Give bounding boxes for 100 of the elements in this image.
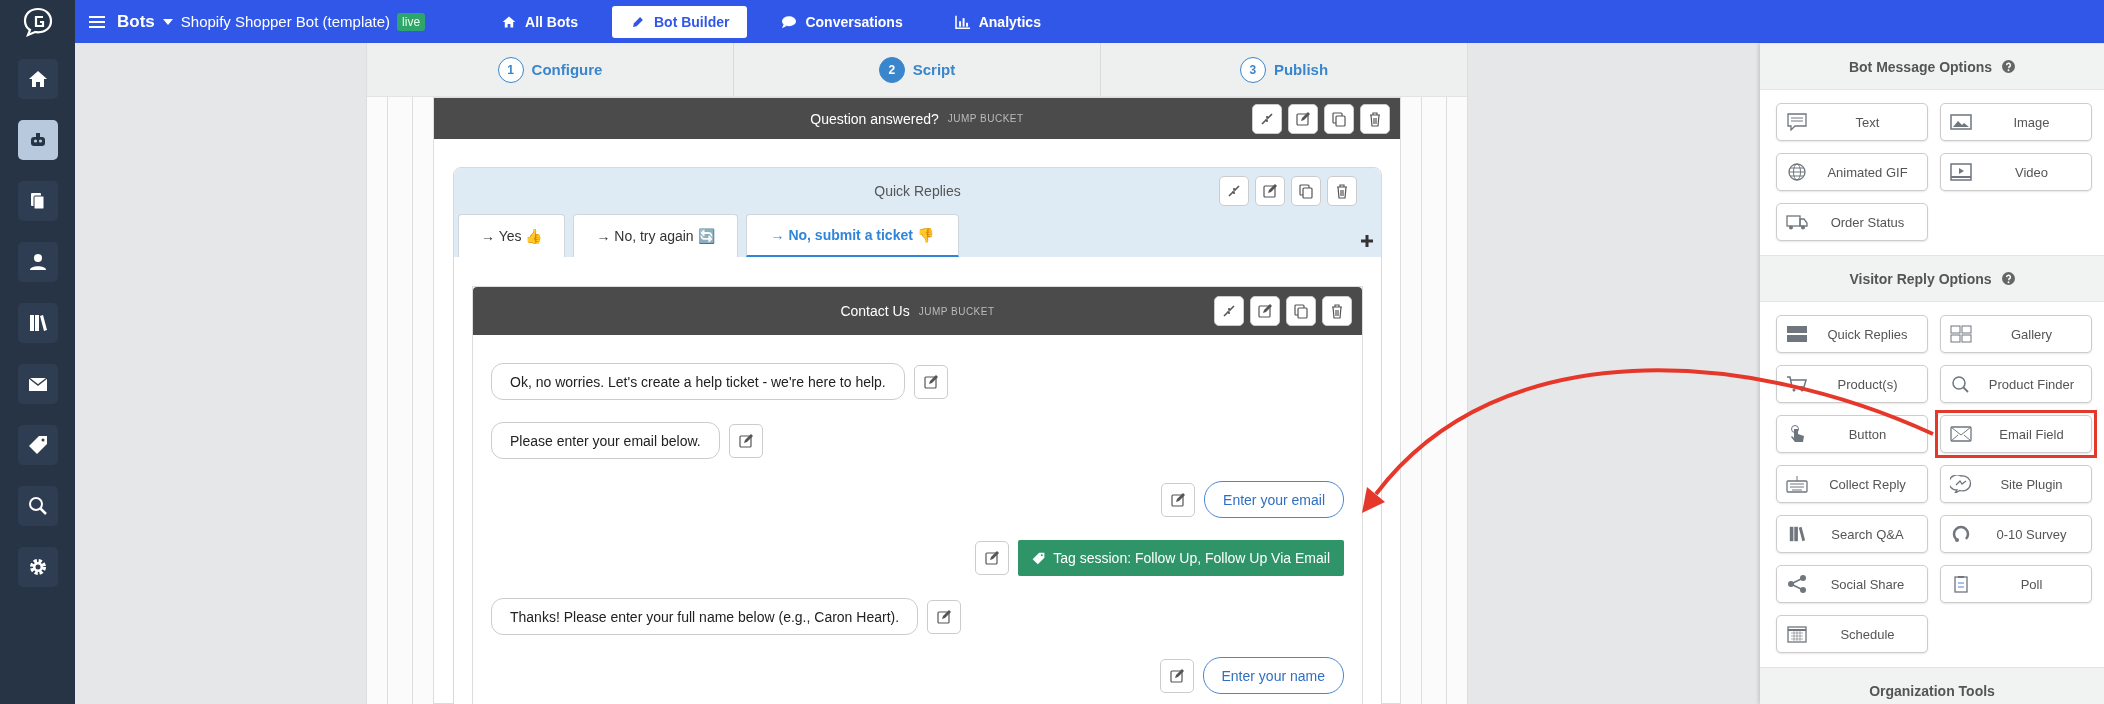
pencil-icon <box>630 14 646 29</box>
edit-button[interactable] <box>927 599 962 634</box>
home-icon <box>501 14 518 29</box>
edit-button[interactable] <box>728 423 763 458</box>
option-button[interactable]: Image <box>1940 103 2092 141</box>
nav-tab[interactable]: All Bots <box>483 5 596 38</box>
sidebar-button[interactable] <box>17 303 58 343</box>
delete-button[interactable] <box>1322 296 1352 326</box>
circular-arrow-icon <box>1950 525 1972 543</box>
option-button[interactable]: Gallery <box>1940 315 2092 353</box>
trash-icon <box>1367 110 1383 127</box>
reply-tab[interactable]: → No, try again 🔄 <box>573 214 738 257</box>
trash-icon <box>1334 183 1350 199</box>
sidebar-button[interactable] <box>17 364 58 404</box>
tag-icon <box>27 435 48 455</box>
nav-tab[interactable]: Bot Builder <box>612 5 748 38</box>
copy-icon <box>1293 303 1309 319</box>
option-button[interactable]: Search Q&A <box>1776 515 1928 553</box>
option-button[interactable]: Button <box>1776 415 1928 453</box>
image-icon <box>1950 113 1972 131</box>
reply-button[interactable]: Enter your email <box>1204 481 1344 518</box>
option-button[interactable]: Email Field <box>1940 415 2092 453</box>
bar-chart-icon <box>954 14 971 29</box>
section-heading: Visitor Reply Options <box>1849 270 1992 287</box>
block-title: Question answered? <box>810 110 939 127</box>
collapse-button[interactable] <box>1214 296 1244 326</box>
edit-icon <box>936 608 953 625</box>
block-tag: JUMP BUCKET <box>918 305 995 317</box>
search-icon <box>27 496 48 516</box>
sidebar-button[interactable] <box>17 425 58 465</box>
edit-icon <box>1168 667 1185 684</box>
reply-button[interactable]: Enter your name <box>1202 657 1344 694</box>
option-button[interactable]: Text <box>1776 103 1928 141</box>
message-bubble: Thanks! Please enter your full name below (e.g., Caron Heart). <box>491 598 919 635</box>
sidebar-button[interactable] <box>17 181 58 221</box>
section-title[interactable]: Bots <box>117 11 155 32</box>
option-button[interactable]: Quick Replies <box>1776 315 1928 353</box>
edit-icon <box>1257 303 1273 319</box>
edit-button[interactable] <box>1159 658 1194 693</box>
block-tag: JUMP BUCKET <box>947 113 1024 124</box>
edit-icon <box>1262 183 1278 199</box>
sidebar-button[interactable] <box>17 242 58 282</box>
sidebar-button[interactable] <box>17 486 58 526</box>
edit-button[interactable] <box>1288 103 1318 134</box>
edit-button[interactable] <box>1161 482 1196 517</box>
edit-button[interactable] <box>1250 296 1280 326</box>
option-button[interactable]: Social Share <box>1776 565 1928 603</box>
person-icon <box>27 252 48 272</box>
collapse-button[interactable] <box>1252 103 1282 134</box>
delete-button[interactable] <box>1360 103 1390 134</box>
option-button[interactable]: Poll <box>1940 565 2092 603</box>
caret-icon <box>162 18 173 25</box>
edit-icon <box>737 432 754 449</box>
edit-button[interactable] <box>913 364 948 399</box>
option-button[interactable]: Site Plugin <box>1940 465 2092 503</box>
edit-button[interactable] <box>975 541 1010 575</box>
collapse-button[interactable] <box>1219 176 1249 206</box>
option-button[interactable]: Collect Reply <box>1776 465 1928 503</box>
reply-tab[interactable]: → Yes 👍 <box>458 214 566 257</box>
step-tab[interactable]: 3 Publish <box>1101 43 1467 96</box>
trash-icon <box>1329 303 1345 319</box>
collapse-icon <box>1221 303 1237 319</box>
reply-tab[interactable]: → No, submit a ticket 👎 <box>745 214 959 257</box>
chat-bubble-icon <box>1950 475 1972 493</box>
speech-bubble-icon <box>1786 113 1808 131</box>
sidebar-button[interactable] <box>17 59 58 99</box>
option-button[interactable]: Product(s) <box>1776 365 1928 403</box>
copy-button[interactable] <box>1286 296 1316 326</box>
option-button[interactable]: Order Status <box>1776 203 1928 241</box>
step-tab[interactable]: 2 Script <box>734 43 1101 96</box>
books-icon <box>27 313 48 333</box>
panel-title: Quick Replies <box>874 183 961 199</box>
option-button[interactable]: Schedule <box>1776 615 1928 653</box>
option-button[interactable]: 0-10 Survey <box>1940 515 2092 553</box>
envelope-icon <box>1950 425 1972 443</box>
tag-action: Tag session: Follow Up, Follow Up Via Email <box>1018 540 1344 576</box>
sidebar-button[interactable] <box>17 547 58 587</box>
home-icon <box>27 69 48 89</box>
share-icon <box>1786 575 1808 593</box>
option-button[interactable]: Animated GIF <box>1776 153 1928 191</box>
sidebar-button[interactable] <box>17 120 58 160</box>
copy-button[interactable] <box>1324 103 1354 134</box>
status-badge: live <box>397 12 426 31</box>
option-button[interactable]: Product Finder <box>1940 365 2092 403</box>
message-bubble: Ok, no worries. Let's create a help ticket - we're here to help. <box>491 363 905 400</box>
collapse-icon <box>1259 110 1275 127</box>
section-heading: Bot Message Options <box>1848 58 1993 75</box>
list-icon <box>1786 325 1808 343</box>
delete-button[interactable] <box>1327 176 1357 206</box>
nav-tab[interactable]: Conversations <box>763 5 921 38</box>
truck-icon <box>1786 213 1808 231</box>
plus-icon <box>1361 235 1373 247</box>
nav-tab[interactable]: Analytics <box>936 5 1059 38</box>
option-button[interactable]: Video <box>1940 153 2092 191</box>
edit-button[interactable] <box>1255 176 1285 206</box>
video-player-icon <box>1950 163 1972 181</box>
edit-icon <box>1295 110 1311 127</box>
copy-icon <box>1298 183 1314 199</box>
edit-icon <box>1170 491 1187 508</box>
step-tab[interactable]: 1 Configure <box>367 43 734 96</box>
